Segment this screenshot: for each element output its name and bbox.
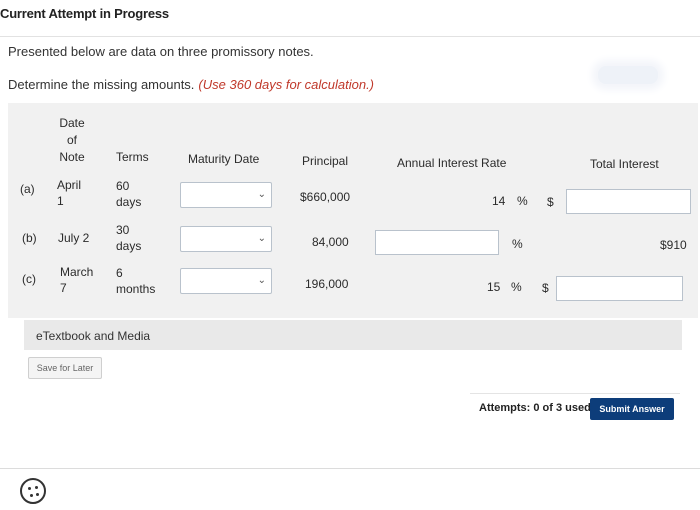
- row-c-terms-line2: months: [116, 282, 156, 296]
- row-b-rate-input[interactable]: [375, 230, 499, 255]
- row-c-rate: 15: [487, 280, 501, 294]
- header-date-line1: Date: [59, 116, 85, 130]
- row-b-interest: $910: [660, 238, 687, 252]
- row-b-maturity-select[interactable]: ⌄: [180, 226, 272, 252]
- row-a-label: (a): [20, 182, 35, 196]
- row-c-label: (c): [22, 272, 36, 286]
- row-a-interest-prefix: $: [547, 195, 554, 209]
- etextbook-label[interactable]: eTextbook and Media: [36, 329, 150, 343]
- row-a-maturity-select[interactable]: ⌄: [180, 182, 272, 208]
- page-title: Current Attempt in Progress: [0, 6, 169, 21]
- header-date-line3: Note: [59, 150, 85, 164]
- help-icon-dot: [36, 493, 39, 496]
- header-maturity-date: Maturity Date: [188, 152, 260, 166]
- row-b-terms-line2: days: [116, 239, 142, 253]
- help-icon-dot: [30, 494, 33, 497]
- submit-answer-button[interactable]: Submit Answer: [590, 398, 674, 420]
- footer-divider: [470, 393, 680, 394]
- row-a-date-line1: April: [57, 178, 82, 192]
- header-date-line2: of: [66, 133, 77, 147]
- row-a-interest-input[interactable]: [566, 189, 691, 214]
- row-a-rate-unit: %: [517, 194, 528, 208]
- row-a-date-line2: 1: [57, 194, 64, 208]
- row-b-label: (b): [22, 231, 37, 245]
- header-terms: Terms: [116, 150, 149, 164]
- chevron-down-icon: ⌄: [257, 189, 266, 200]
- row-b-terms-line1: 30: [116, 223, 130, 237]
- help-icon-dot: [28, 487, 31, 490]
- header-date: Date of Note: [57, 115, 87, 166]
- intro-text: Presented below are data on three promis…: [8, 44, 314, 59]
- help-icon-dot: [35, 486, 38, 489]
- header-total-interest: Total Interest: [590, 157, 659, 171]
- instructions-text: Determine the missing amounts.: [8, 77, 195, 92]
- blurred-widget: [598, 66, 658, 84]
- help-icon[interactable]: [20, 478, 46, 504]
- row-c-terms-line1: 6: [116, 266, 123, 280]
- instructions-note: (Use 360 days for calculation.): [198, 77, 375, 92]
- row-c-interest-prefix: $: [542, 281, 549, 295]
- row-a-terms: 60 days: [116, 178, 141, 210]
- row-a-terms-line1: 60: [116, 179, 130, 193]
- header-annual-interest-rate: Annual Interest Rate: [397, 156, 507, 170]
- row-a-rate: 14: [492, 194, 506, 208]
- row-b-principal: 84,000: [312, 235, 349, 249]
- row-b-rate-unit: %: [512, 237, 523, 251]
- row-b-terms: 30 days: [116, 222, 141, 254]
- row-c-terms: 6 months: [116, 265, 155, 297]
- row-c-date-line2: 7: [60, 281, 67, 295]
- attempts-count: Attempts: 0 of 3 used: [479, 402, 591, 414]
- row-c-date: March 7: [60, 264, 93, 296]
- chevron-down-icon: ⌄: [257, 233, 266, 244]
- row-a-terms-line2: days: [116, 195, 142, 209]
- divider: [0, 36, 700, 37]
- header-principal: Principal: [302, 154, 349, 168]
- save-for-later-button[interactable]: Save for Later: [28, 357, 102, 379]
- row-c-maturity-select[interactable]: ⌄: [180, 268, 272, 294]
- row-a-principal: $660,000: [300, 190, 351, 204]
- row-c-principal: 196,000: [305, 277, 349, 291]
- row-c-date-line1: March: [60, 265, 94, 279]
- chevron-down-icon: ⌄: [257, 275, 266, 286]
- instructions: Determine the missing amounts. (Use 360 d…: [8, 77, 374, 92]
- row-c-rate-unit: %: [511, 280, 522, 294]
- row-a-date: April 1: [57, 177, 81, 209]
- row-c-interest-input[interactable]: [556, 276, 683, 301]
- bottom-divider: [0, 468, 700, 469]
- row-b-date: July 2: [58, 231, 90, 245]
